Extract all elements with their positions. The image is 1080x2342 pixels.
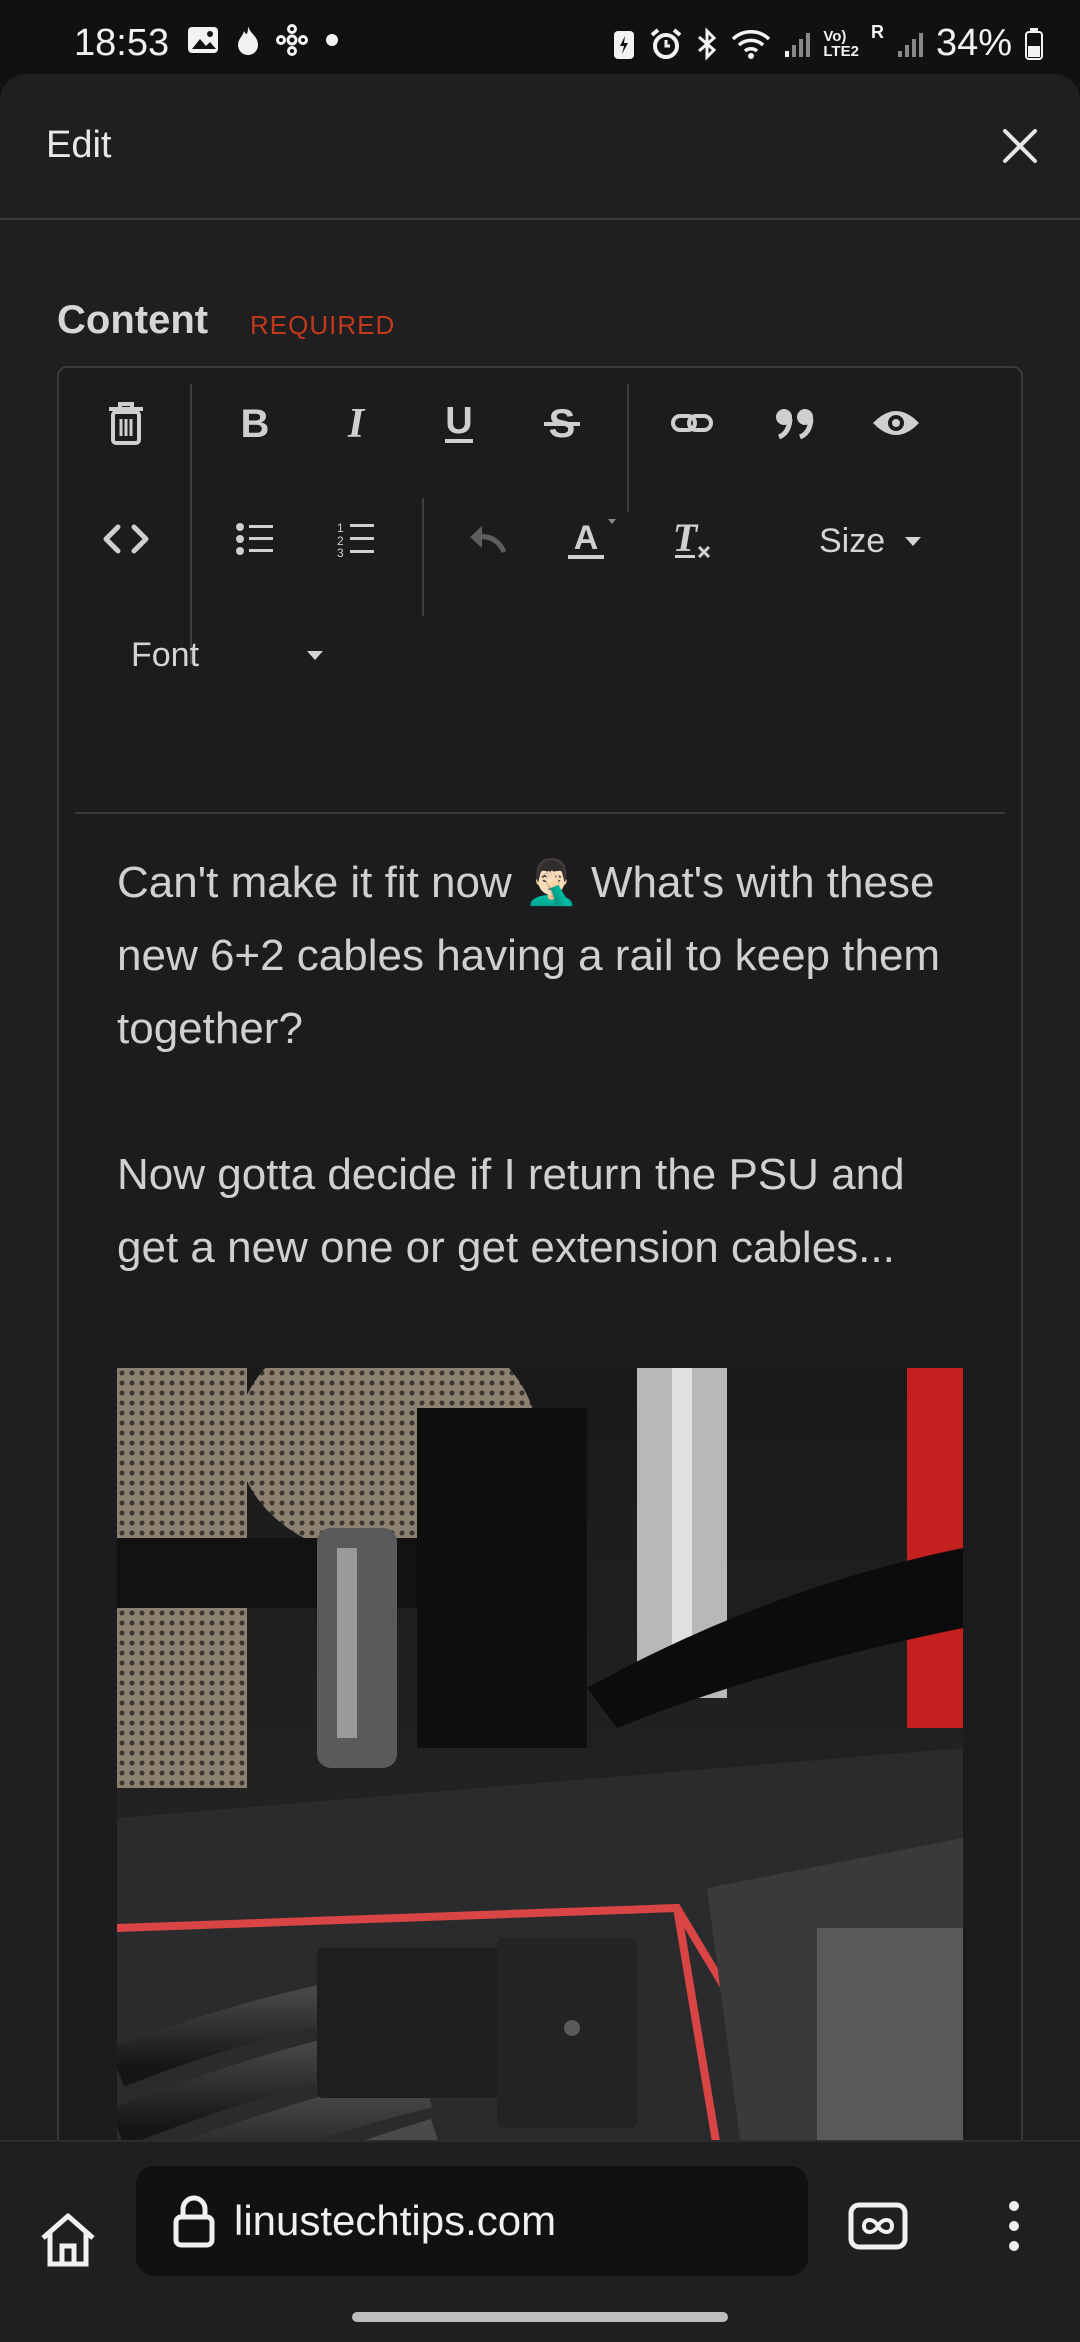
numbered-list-icon: 123 [337,521,374,558]
size-dropdown[interactable]: Size [819,522,922,561]
clear-format-button[interactable]: T [653,499,733,579]
italic-icon: I [347,403,366,443]
link-icon [671,414,713,432]
close-icon [1003,129,1037,163]
toolbar-separator [422,498,424,616]
underline-button[interactable]: U [419,383,499,463]
clear-format-icon: T [673,517,711,560]
code-view-button[interactable] [86,499,166,579]
gallery-icon [188,27,218,53]
bluetooth-icon [698,26,717,61]
svg-text:U: U [445,401,472,442]
tabs-infinity-icon [848,2202,908,2250]
signal-icon [785,32,811,57]
rich-text-editor: B I U S 1 2 3 A T Size Font Can't make i… [57,366,1023,2140]
status-bar: 18:53 Vo) LTE2 R 34% [0,0,1080,72]
lock-icon [173,2195,215,2248]
text-color-icon: A [568,519,616,559]
bold-button[interactable]: B [215,383,295,463]
embedded-photo[interactable] [117,1368,963,2140]
post-paragraph: Now gotta decide if I return the PSU and… [117,1150,905,1272]
network-flower-icon [276,24,308,56]
bold-icon: B [241,403,270,443]
alarm-icon [651,27,682,59]
code-icon [103,524,149,554]
home-icon [41,2213,95,2267]
battery-icon [1025,27,1043,60]
underline-icon: U [445,401,473,443]
fire-icon [238,26,258,55]
tabs-button[interactable] [848,2196,908,2256]
preview-eye-icon [873,411,919,435]
editor-content[interactable]: Can't make it fit now 🤦🏻‍♂️ What's with … [117,846,977,1284]
modal-header: Edit [0,74,1080,220]
battery-saver-icon [614,30,635,59]
post-paragraph: Can't make it fit now 🤦🏻‍♂️ What's with … [117,858,941,1053]
toolbar-divider [75,812,1005,814]
signal-icon-2 [897,32,923,57]
required-badge: REQUIRED [250,310,396,340]
menu-button[interactable] [990,2186,1038,2266]
quote-button[interactable] [755,383,835,463]
quote-icon [776,409,814,440]
chevron-down-icon [905,537,922,546]
font-dropdown-label: Font [131,636,200,674]
toolbar-separator [627,384,629,512]
svg-text:1: 1 [337,521,344,535]
undo-button[interactable] [447,499,527,579]
size-dropdown-label: Size [819,522,886,560]
notification-icons [186,24,342,56]
gesture-bar[interactable] [352,2312,728,2322]
preview-button[interactable] [856,383,936,463]
clock: 18:53 [74,22,170,64]
toolbar-separator [190,384,192,664]
trash-icon [109,402,143,445]
undo-icon [470,526,507,554]
battery-percent: 34% [935,22,1012,64]
strikethrough-button[interactable]: S [522,383,602,463]
svg-text:B: B [241,403,270,443]
dot-icon [326,34,338,46]
svg-text:A: A [574,519,599,557]
home-button[interactable] [30,2202,106,2278]
volte-label: Vo) LTE2 [823,27,859,60]
bullet-list-icon [236,523,273,555]
modal-title: Edit [46,124,112,166]
system-icons: Vo) LTE2 R 34% [611,22,1044,65]
numbered-list-button[interactable]: 123 [316,499,396,579]
delete-button[interactable] [86,383,166,463]
roaming-label: R [870,22,884,42]
url-text: linustechtips.com [234,2197,557,2244]
strikethrough-icon: S [544,402,580,445]
svg-text:T: T [673,517,699,560]
bullet-list-button[interactable] [215,499,295,579]
wifi-icon [732,29,771,59]
italic-button[interactable]: I [316,383,396,463]
chevron-down-icon [307,651,324,660]
psu-cable-photo [117,1368,963,2140]
url-bar[interactable]: linustechtips.com [136,2166,808,2276]
close-button[interactable] [988,114,1052,178]
link-button[interactable] [652,383,732,463]
editor-toolbar: B I U S 1 2 3 A T Size Font [59,368,1021,814]
svg-text:I: I [347,403,366,443]
content-label: Content [57,298,209,342]
font-dropdown[interactable]: Font [131,636,324,675]
edit-modal: Edit Content REQUIRED B I U S 1 2 3 A T … [0,74,1080,2140]
text-color-button[interactable]: A [550,499,630,579]
svg-text:3: 3 [337,546,344,558]
kebab-menu-icon [1009,2201,1019,2251]
